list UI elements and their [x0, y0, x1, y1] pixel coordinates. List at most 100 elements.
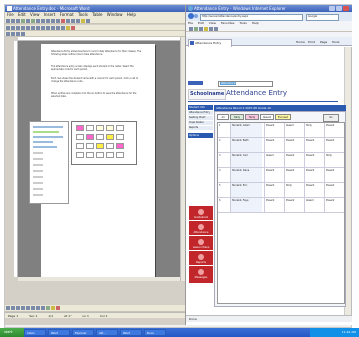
- print-command[interactable]: Print: [308, 40, 315, 45]
- taskbar-button[interactable]: Att...: [96, 329, 118, 336]
- word-menu-file[interactable]: File: [7, 12, 14, 17]
- bookmark-icon[interactable]: [193, 27, 198, 31]
- attendance-cell[interactable]: Present: [284, 138, 303, 152]
- table-row[interactable]: 6 Student, Faye Present Present Absent P…: [218, 198, 344, 213]
- autofill-icon[interactable]: [208, 27, 213, 31]
- undo-icon[interactable]: [50, 19, 55, 23]
- attendance-cell[interactable]: Present: [304, 183, 323, 197]
- minimize-icon[interactable]: [329, 6, 335, 11]
- start-button[interactable]: start: [0, 328, 24, 337]
- ie-menu-help[interactable]: Help: [252, 21, 259, 25]
- tab-excused[interactable]: Excused: [275, 114, 291, 120]
- close-icon[interactable]: [343, 6, 349, 11]
- copy-icon[interactable]: [40, 19, 45, 23]
- tab-absent[interactable]: Absent: [260, 114, 274, 120]
- fill-color-icon[interactable]: [50, 306, 55, 310]
- google-toolbar-icon[interactable]: [188, 27, 193, 31]
- comment-icon[interactable]: [10, 32, 15, 36]
- search-input[interactable]: Google: [306, 14, 339, 21]
- attendance-cell[interactable]: Present: [324, 168, 343, 182]
- word-menu-format[interactable]: Format: [60, 12, 74, 17]
- attendance-cell[interactable]: Absent: [264, 153, 283, 167]
- attendance-cell[interactable]: Present: [264, 168, 283, 182]
- print-icon[interactable]: [20, 19, 25, 23]
- word-menu-edit[interactable]: Edit: [18, 12, 26, 17]
- bold-icon[interactable]: [15, 26, 20, 30]
- ie-menu-tools[interactable]: Tools: [239, 21, 246, 25]
- new-icon[interactable]: [5, 19, 10, 23]
- table-row[interactable]: 4 Student, Dana Present Present Present …: [218, 168, 344, 183]
- word-menu-window[interactable]: Window: [107, 12, 123, 17]
- attendance-cell[interactable]: Present: [264, 123, 283, 137]
- tab-daily[interactable]: Daily: [230, 114, 244, 120]
- columns-icon[interactable]: [70, 19, 75, 23]
- attendance-cell[interactable]: Present: [324, 123, 343, 137]
- track-changes-icon[interactable]: [5, 32, 10, 36]
- attendance-cell[interactable]: Present: [264, 198, 283, 212]
- font-icon[interactable]: [10, 26, 15, 30]
- justify-icon[interactable]: [45, 26, 50, 30]
- line-icon[interactable]: [20, 306, 25, 310]
- ie-menu-view[interactable]: View: [209, 21, 216, 25]
- oval-icon[interactable]: [35, 306, 40, 310]
- drawing-icon[interactable]: [75, 19, 80, 23]
- numbering-icon[interactable]: [50, 26, 55, 30]
- go-button[interactable]: Go: [323, 114, 339, 122]
- accept-icon[interactable]: [15, 32, 20, 36]
- attendance-cell[interactable]: Present: [284, 198, 303, 212]
- attendance-cell[interactable]: Tardy: [304, 123, 323, 137]
- address-input[interactable]: http://server/attendance/entry.aspx: [200, 14, 303, 21]
- line-color-icon[interactable]: [55, 306, 60, 310]
- attendance-cell[interactable]: Absent: [304, 198, 323, 212]
- attendance-cell[interactable]: Tardy: [324, 153, 343, 167]
- tab-tardy[interactable]: Tardy: [245, 114, 259, 120]
- attendance-cell[interactable]: Present: [284, 153, 303, 167]
- ie-menu-edit[interactable]: Edit: [198, 21, 204, 25]
- select-icon[interactable]: [10, 306, 15, 310]
- attendance-cell[interactable]: Absent: [284, 123, 303, 137]
- preview-icon[interactable]: [25, 19, 30, 23]
- taskbar-button[interactable]: Inbox: [24, 329, 46, 336]
- word-horizontal-scrollbar[interactable]: [18, 277, 180, 281]
- rectangle-icon[interactable]: [30, 306, 35, 310]
- taskbar-button[interactable]: Word: [120, 329, 142, 336]
- attendance-cell[interactable]: Present: [304, 138, 323, 152]
- save-icon[interactable]: [15, 19, 20, 23]
- messages-button[interactable]: Messages: [188, 265, 214, 284]
- attendance-cell[interactable]: Present: [324, 198, 343, 212]
- home-command[interactable]: Home: [296, 40, 305, 45]
- table-icon[interactable]: [65, 19, 70, 23]
- ie-menu-file[interactable]: File: [188, 21, 193, 25]
- attendance-cell[interactable]: Present: [304, 153, 323, 167]
- attendance-cell[interactable]: Present: [264, 138, 283, 152]
- autoshapes-icon[interactable]: [15, 306, 20, 310]
- tab-all[interactable]: All: [217, 114, 229, 120]
- align-center-icon[interactable]: [35, 26, 40, 30]
- underline-icon[interactable]: [25, 26, 30, 30]
- draw-icon[interactable]: [5, 306, 10, 310]
- taskbar-button[interactable]: Docs: [144, 329, 166, 336]
- hyperlink-icon[interactable]: [60, 19, 65, 23]
- table-row[interactable]: 1 Student, Adam Present Absent Tardy Pre…: [218, 123, 344, 138]
- sidebar-item[interactable]: Reports: [188, 126, 213, 131]
- open-icon[interactable]: [10, 19, 15, 23]
- attendance-cell[interactable]: Present: [324, 138, 343, 152]
- attendance-cell[interactable]: Present: [284, 168, 303, 182]
- redo-icon[interactable]: [55, 19, 60, 23]
- attendance-cell[interactable]: Present: [304, 168, 323, 182]
- taskbar-button[interactable]: Explorer: [72, 329, 94, 336]
- school-select[interactable]: Attendance: [218, 81, 273, 87]
- table-row[interactable]: 5 Student, Eric Present Tardy Present Pr…: [218, 183, 344, 198]
- help-icon[interactable]: [85, 19, 90, 23]
- word-menu-table[interactable]: Table: [92, 12, 102, 17]
- align-left-icon[interactable]: [30, 26, 35, 30]
- page-command[interactable]: Page: [320, 40, 327, 45]
- browser-tab[interactable]: Attendance Entry: [188, 39, 232, 47]
- cut-icon[interactable]: [35, 19, 40, 23]
- indent-icon[interactable]: [60, 26, 65, 30]
- taskbar-button[interactable]: Word: [48, 329, 70, 336]
- highlight-icon[interactable]: [65, 26, 70, 30]
- arrow-icon[interactable]: [25, 306, 30, 310]
- tools-command[interactable]: Tools: [332, 40, 339, 45]
- attendance-cell[interactable]: Present: [264, 183, 283, 197]
